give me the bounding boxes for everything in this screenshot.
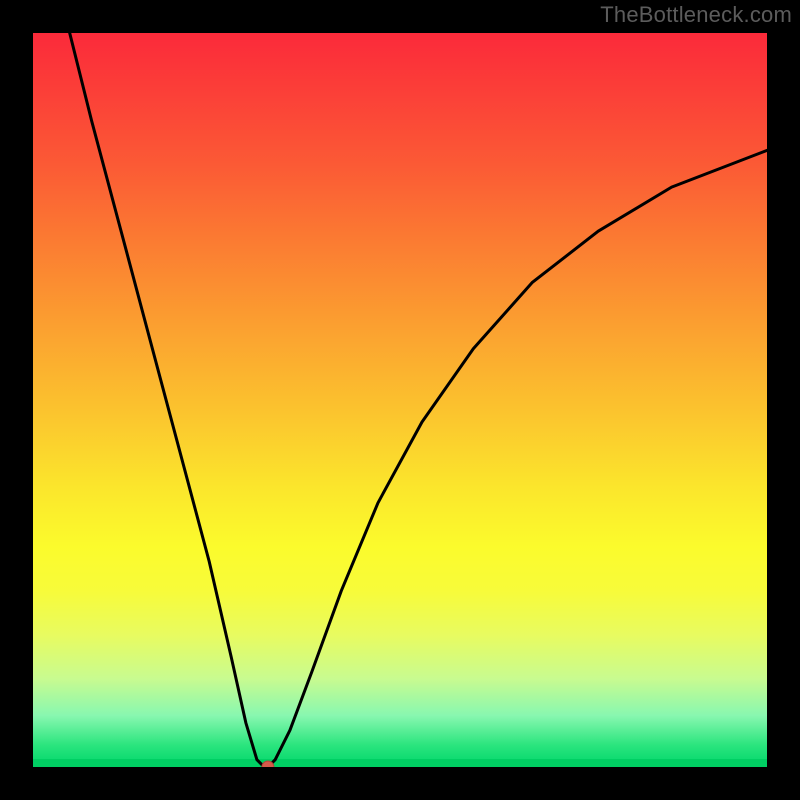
bottleneck-curve [70,33,767,767]
watermark-text: TheBottleneck.com [600,2,792,28]
curve-layer [33,33,767,767]
plot-area [33,33,767,767]
chart-frame: TheBottleneck.com [0,0,800,800]
